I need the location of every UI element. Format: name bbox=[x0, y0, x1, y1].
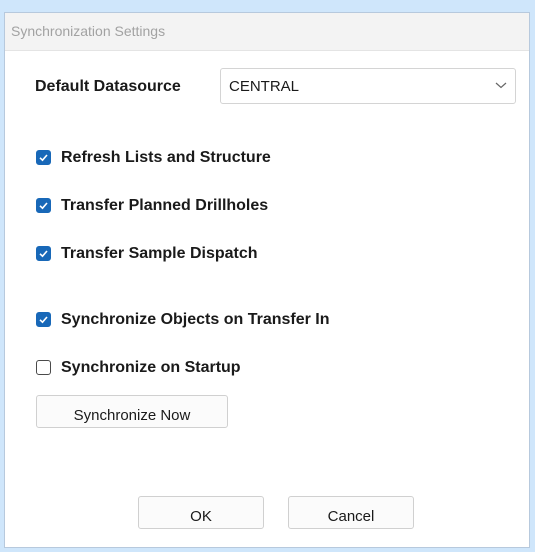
transfer-planned-drillholes-checkbox[interactable] bbox=[36, 198, 51, 213]
transfer-planned-drillholes-label: Transfer Planned Drillholes bbox=[61, 197, 269, 214]
ok-label: OK bbox=[190, 507, 212, 525]
cancel-label: Cancel bbox=[327, 507, 375, 525]
synchronize-now-button[interactable]: Synchronize Now bbox=[36, 395, 228, 428]
cancel-button[interactable]: Cancel bbox=[288, 496, 414, 529]
checkmark-icon bbox=[39, 250, 48, 258]
dialog-content: Default Datasource CENTRAL Refresh Lists… bbox=[5, 51, 529, 547]
refresh-lists-checkbox[interactable] bbox=[36, 150, 51, 165]
title-bar: Synchronization Settings bbox=[5, 13, 529, 51]
sync-objects-transfer-in-label: Synchronize Objects on Transfer In bbox=[61, 311, 330, 328]
ok-button[interactable]: OK bbox=[138, 496, 264, 529]
default-datasource-dropdown[interactable]: CENTRAL bbox=[220, 68, 516, 104]
refresh-lists-label: Refresh Lists and Structure bbox=[61, 149, 271, 166]
transfer-sample-dispatch-label: Transfer Sample Dispatch bbox=[61, 245, 258, 262]
default-datasource-label: Default Datasource bbox=[35, 78, 181, 95]
sync-on-startup-label: Synchronize on Startup bbox=[61, 359, 241, 376]
chevron-down-icon bbox=[495, 82, 507, 89]
datasource-selected-value: CENTRAL bbox=[229, 78, 300, 95]
checkmark-icon bbox=[39, 316, 48, 324]
transfer-sample-dispatch-checkbox[interactable] bbox=[36, 246, 51, 261]
sync-on-startup-checkbox[interactable] bbox=[36, 360, 51, 375]
checkmark-icon bbox=[39, 154, 48, 162]
sync-objects-transfer-in-checkbox[interactable] bbox=[36, 312, 51, 327]
checkmark-icon bbox=[39, 202, 48, 210]
settings-dialog: Synchronization Settings Default Datasou… bbox=[4, 12, 530, 548]
synchronize-now-label: Synchronize Now bbox=[73, 406, 191, 424]
dialog-title: Synchronization Settings bbox=[11, 23, 166, 39]
